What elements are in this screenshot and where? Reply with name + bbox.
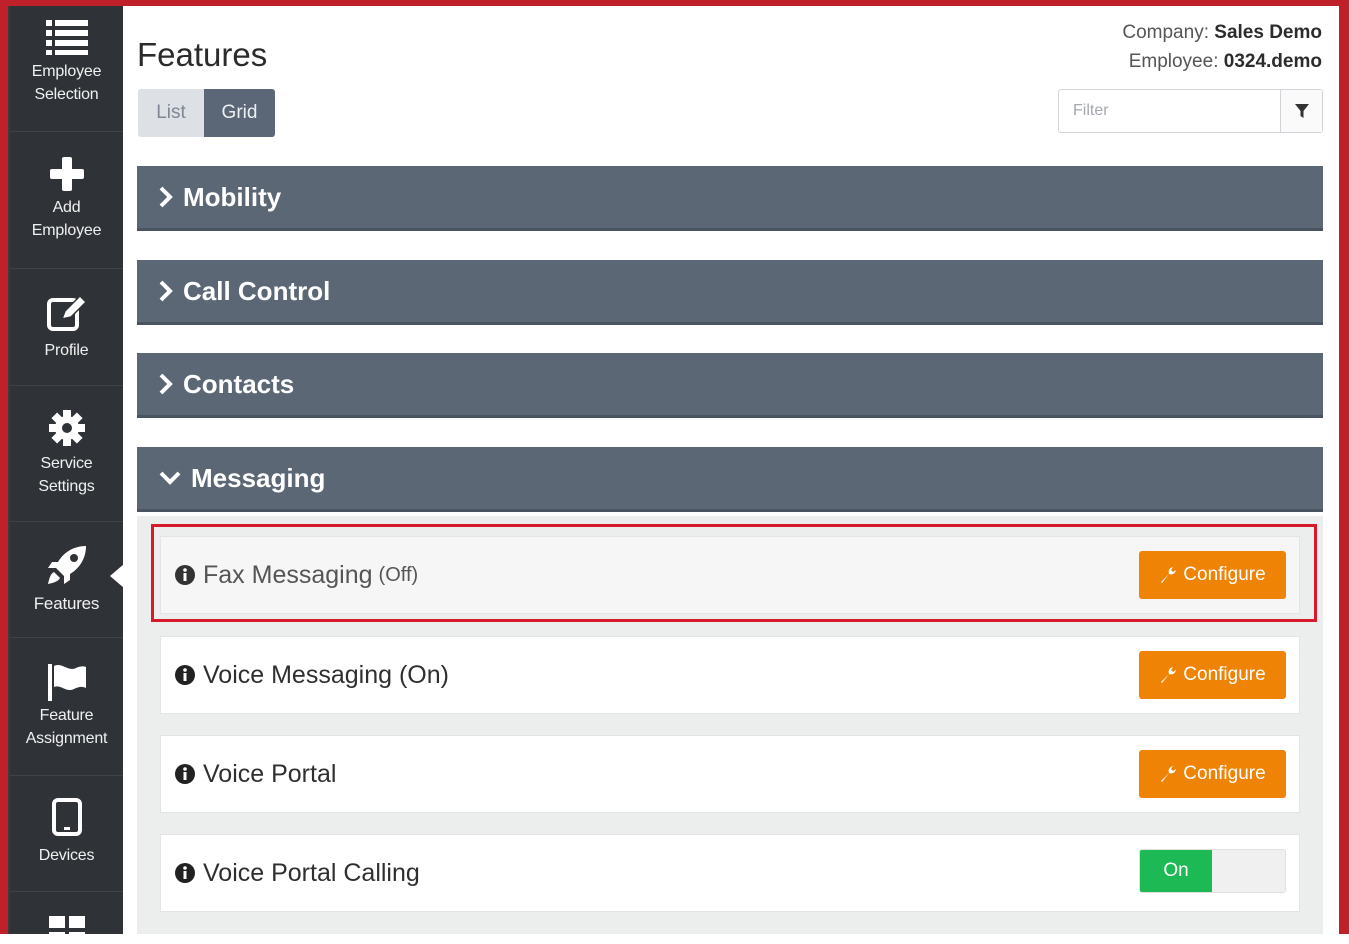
panel-label: Mobility — [183, 181, 282, 212]
sidebar-label: Feature — [39, 707, 94, 724]
sidebar-item-service-settings[interactable]: Service Settings — [10, 386, 123, 522]
employee-value: 0324.demo — [1223, 51, 1322, 72]
feature-name: Voice Messaging (On) — [203, 660, 449, 689]
company-line: Company: Sales Demo — [1122, 18, 1322, 47]
active-pointer — [110, 564, 124, 588]
page-title: Features — [137, 36, 268, 73]
info-icon[interactable] — [175, 665, 195, 685]
sidebar: Employee Selection Add Employee Profile … — [10, 6, 124, 944]
panel-mobility[interactable]: Mobility — [137, 166, 1323, 231]
panel-label: Messaging — [191, 462, 326, 493]
configure-label: Configure — [1183, 664, 1266, 685]
configure-button[interactable]: Configure — [1139, 551, 1286, 599]
chevron-down-icon — [159, 471, 181, 485]
sidebar-label: Employee — [31, 222, 102, 239]
configure-button[interactable]: Configure — [1139, 651, 1286, 699]
sidebar-item-features[interactable]: Features — [10, 522, 124, 638]
panel-call-control[interactable]: Call Control — [137, 260, 1323, 325]
info-icon[interactable] — [175, 764, 195, 784]
configure-label: Configure — [1183, 763, 1266, 784]
sidebar-item-add-employee[interactable]: Add Employee — [10, 132, 123, 269]
feature-name: Voice Portal Calling — [203, 858, 420, 887]
rocket-icon — [47, 546, 86, 584]
flag-icon — [47, 664, 86, 701]
chevron-right-icon — [159, 280, 173, 302]
main-content: Features List Grid Company: Sales Demo E… — [123, 6, 1332, 934]
messaging-panel-body: Fax Messaging (Off) Configure Voice Mess… — [137, 516, 1323, 934]
filter-icon — [1294, 104, 1309, 118]
sidebar-label: Settings — [38, 478, 95, 495]
grid-view-button[interactable]: Grid — [204, 89, 275, 137]
sidebar-item-profile[interactable]: Profile — [10, 269, 123, 386]
sidebar-label: Assignment — [25, 730, 108, 747]
wrench-icon — [1161, 567, 1177, 583]
chevron-right-icon — [159, 186, 173, 208]
feature-name: Voice Portal — [203, 759, 337, 788]
employee-label: Employee: — [1128, 51, 1219, 72]
grid-icon — [48, 916, 85, 944]
feature-row-fax-messaging: Fax Messaging (Off) Configure — [160, 536, 1300, 614]
feature-row-voice-portal: Voice Portal Configure — [160, 735, 1300, 813]
panel-contacts[interactable]: Contacts — [137, 353, 1323, 418]
list-view-button[interactable]: List — [138, 89, 204, 137]
edit-icon — [46, 294, 87, 331]
company-info: Company: Sales Demo Employee: 0324.demo — [1122, 18, 1322, 76]
feature-name: Fax Messaging — [203, 560, 373, 589]
info-icon[interactable] — [175, 565, 195, 585]
company-label: Company: — [1122, 22, 1209, 43]
configure-button[interactable]: Configure — [1139, 750, 1286, 798]
sidebar-item-devices[interactable]: Devices — [10, 776, 123, 892]
sidebar-label: Profile — [44, 342, 89, 359]
sidebar-item-more[interactable] — [10, 892, 123, 944]
sidebar-label: Selection — [34, 86, 99, 103]
tablet-icon — [51, 798, 82, 836]
view-toggle: List Grid — [138, 89, 275, 137]
panel-label: Contacts — [183, 368, 295, 399]
wrench-icon — [1161, 766, 1177, 782]
on-off-toggle[interactable]: On — [1139, 849, 1286, 893]
panel-messaging[interactable]: Messaging — [137, 447, 1323, 512]
sidebar-label: Features — [33, 594, 100, 613]
company-value: Sales Demo — [1214, 22, 1322, 43]
sidebar-label: Employee — [31, 63, 102, 80]
configure-label: Configure — [1183, 564, 1266, 585]
list-icon — [45, 20, 88, 55]
chevron-right-icon — [159, 373, 173, 395]
sidebar-item-feature-assignment[interactable]: Feature Assignment — [10, 638, 123, 776]
filter-input[interactable] — [1059, 90, 1280, 132]
gear-icon — [48, 410, 85, 446]
toggle-on-label: On — [1140, 850, 1212, 892]
feature-status: (Off) — [378, 563, 419, 586]
filter-button[interactable] — [1280, 90, 1322, 132]
sidebar-label: Devices — [38, 847, 95, 864]
sidebar-item-employee-selection[interactable]: Employee Selection — [10, 6, 123, 132]
plus-icon — [49, 157, 84, 191]
sidebar-label: Add — [52, 199, 81, 216]
employee-line: Employee: 0324.demo — [1122, 47, 1322, 76]
filter-box — [1058, 89, 1323, 133]
info-icon[interactable] — [175, 863, 195, 883]
feature-row-voice-messaging: Voice Messaging (On) Configure — [160, 636, 1300, 714]
sidebar-label: Service — [40, 455, 93, 472]
feature-row-voice-portal-calling: Voice Portal Calling On — [160, 834, 1300, 912]
wrench-icon — [1161, 667, 1177, 683]
panel-label: Call Control — [183, 275, 331, 306]
